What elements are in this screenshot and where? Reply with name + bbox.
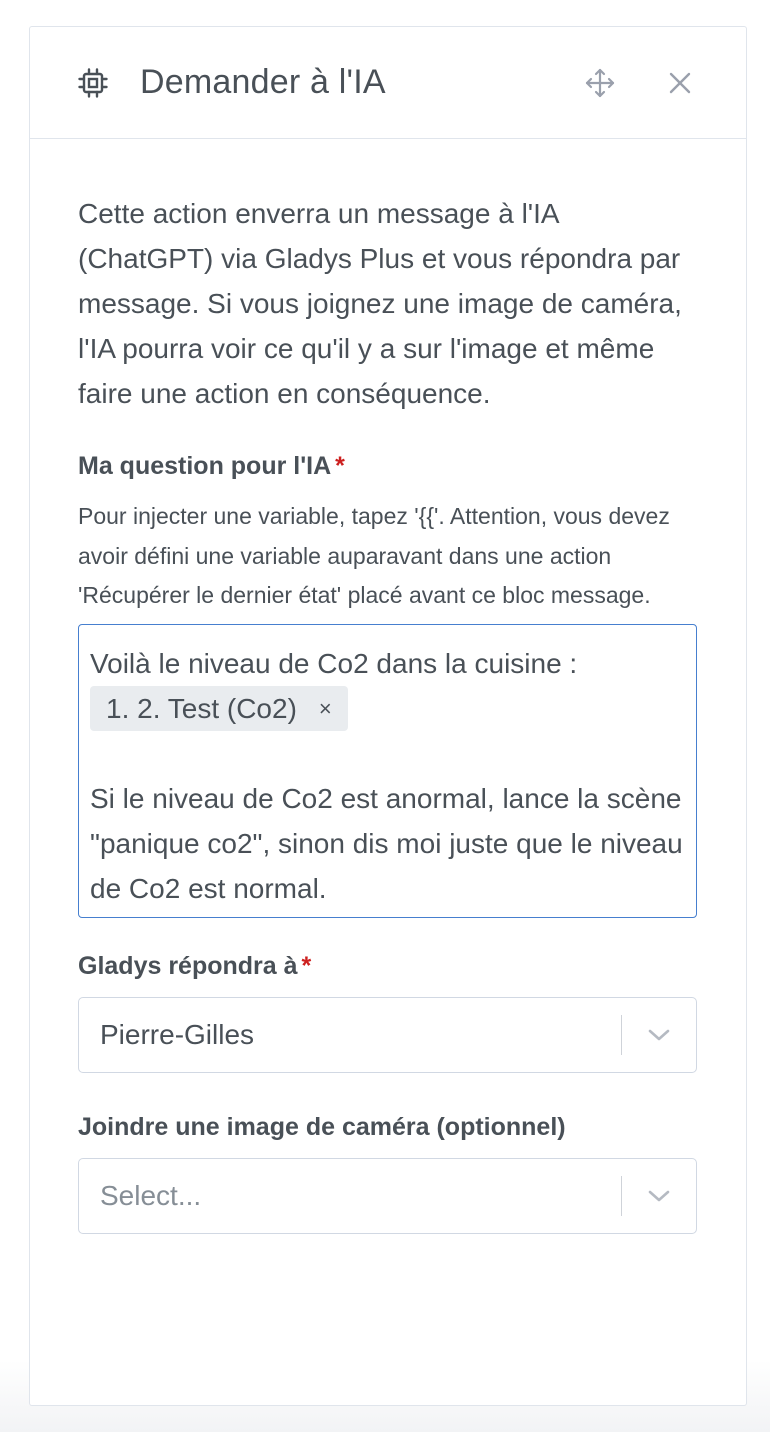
- reply-to-select[interactable]: Pierre-Gilles: [78, 996, 697, 1073]
- variable-tag[interactable]: 1. 2. Test (Co2) ×: [90, 685, 348, 731]
- question-help-text: Pour injecter une variable, tapez '{{'. …: [78, 503, 670, 608]
- card-header: Demander à l'IA: [30, 27, 746, 139]
- card-title: Demander à l'IA: [140, 63, 386, 101]
- question-label-text: Ma question pour l'IA: [78, 452, 332, 480]
- question-label: Ma question pour l'IA *: [78, 452, 698, 481]
- close-icon[interactable]: [658, 61, 702, 105]
- reply-to-label-text: Gladys répondra à: [78, 951, 298, 980]
- action-description: Cette action enverra un message à l'IA (…: [78, 198, 682, 409]
- header-actions: [578, 61, 702, 105]
- camera-placeholder: Select...: [100, 1179, 202, 1211]
- cpu-chip-icon: [78, 67, 108, 98]
- move-arrows-icon[interactable]: [578, 61, 622, 105]
- chevron-down-icon[interactable]: [622, 997, 696, 1073]
- camera-select[interactable]: Select...: [78, 1157, 697, 1234]
- required-marker: *: [301, 951, 312, 980]
- variable-tag-remove-button[interactable]: ×: [319, 686, 332, 731]
- camera-label: Joindre une image de caméra (optionnel): [78, 1112, 566, 1141]
- required-marker: *: [335, 452, 345, 480]
- reply-to-label: Gladys répondra à *: [78, 952, 698, 981]
- question-textarea[interactable]: Voilà le niveau de Co2 dans la cuisine :…: [78, 623, 697, 918]
- variable-tag-label: 1. 2. Test (Co2): [106, 692, 297, 724]
- reply-to-value: Pierre-Gilles: [100, 1018, 255, 1050]
- ask-ai-action-card: Demander à l'IA Cette action enverra un …: [29, 26, 747, 1406]
- question-line-2: Si le niveau de Co2 est anormal, lance l…: [90, 782, 683, 904]
- card-body: Cette action enverra un message à l'IA (…: [30, 139, 746, 1234]
- question-line-1: Voilà le niveau de Co2 dans la cuisine :: [90, 647, 578, 679]
- chevron-down-icon[interactable]: [622, 1158, 696, 1234]
